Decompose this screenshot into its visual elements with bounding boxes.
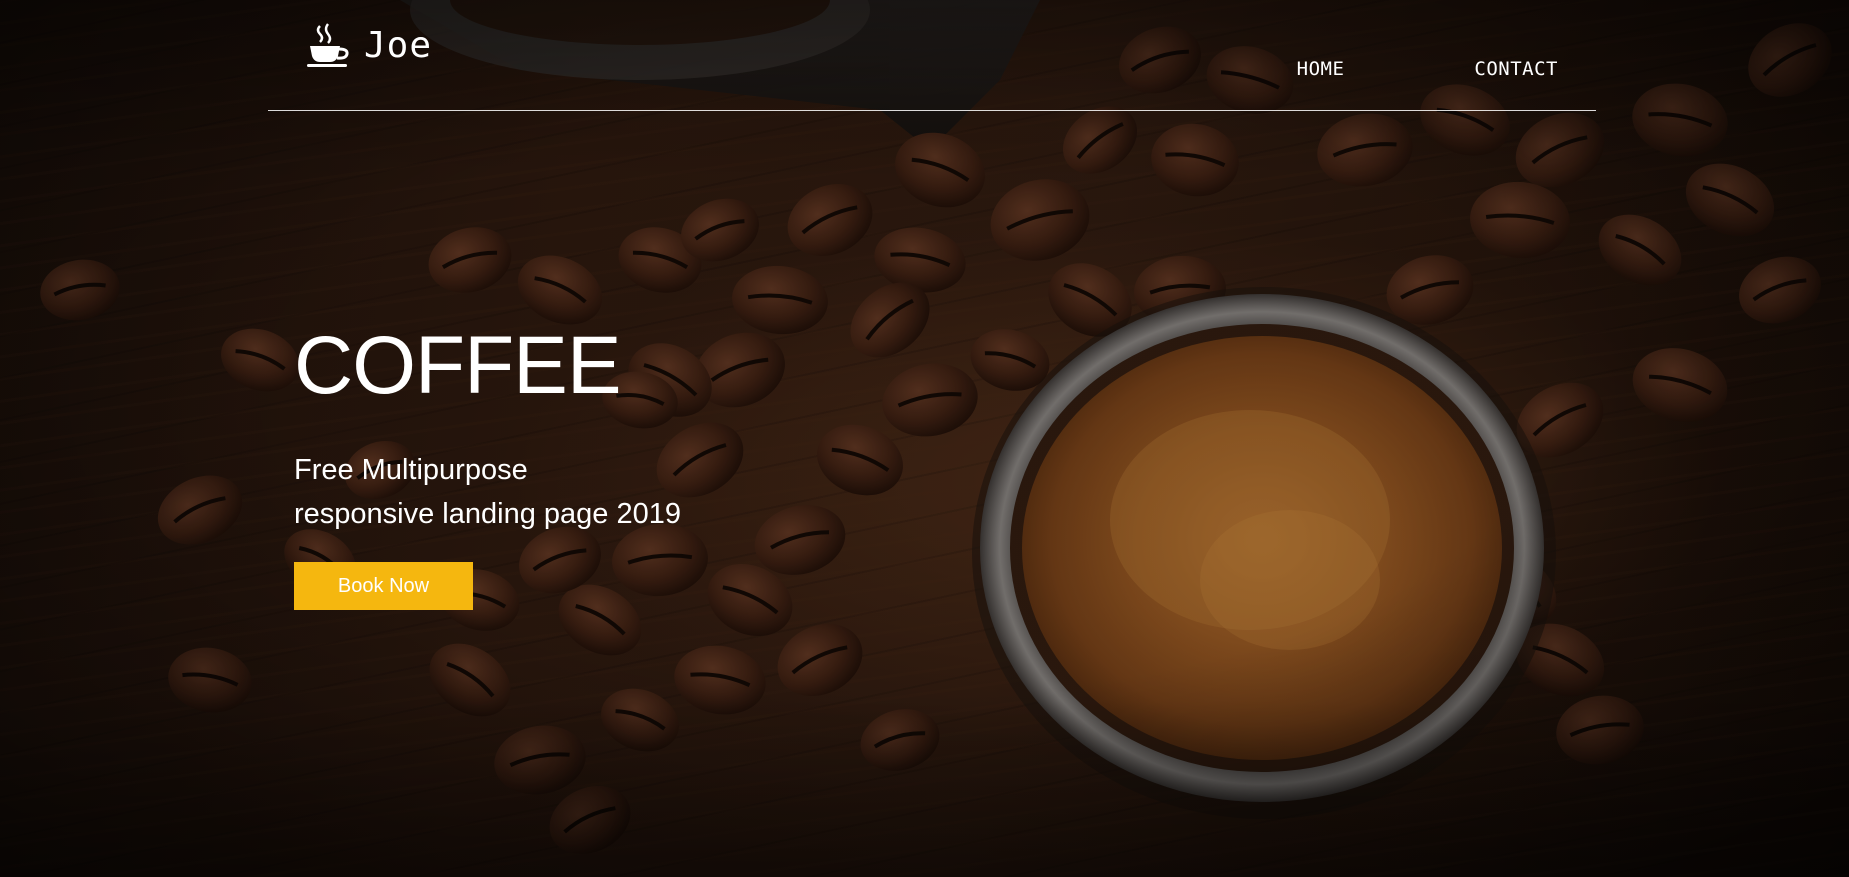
- main-nav: HOME CONTACT: [1297, 58, 1558, 80]
- brand-name: Joe: [364, 24, 433, 66]
- coffee-cup-icon: [306, 22, 352, 68]
- site-header: Joe HOME CONTACT: [268, 0, 1596, 111]
- hero-title: COFFEE: [294, 320, 622, 411]
- hero-subtitle: Free Multipurpose responsive landing pag…: [294, 448, 894, 536]
- hero-subtitle-line-2: responsive landing page 2019: [294, 498, 681, 530]
- nav-home[interactable]: HOME: [1297, 58, 1345, 80]
- book-now-button[interactable]: Book Now: [294, 562, 473, 610]
- dark-overlay: [0, 0, 1849, 877]
- brand-logo[interactable]: Joe: [306, 22, 432, 68]
- hero-subtitle-line-1: Free Multipurpose: [294, 454, 528, 486]
- hero-content: COFFEE Free Multipurpose responsive land…: [294, 318, 894, 610]
- nav-contact[interactable]: CONTACT: [1474, 58, 1558, 80]
- hero-section: Joe HOME CONTACT COFFEE Free Multipurpos…: [0, 0, 1849, 877]
